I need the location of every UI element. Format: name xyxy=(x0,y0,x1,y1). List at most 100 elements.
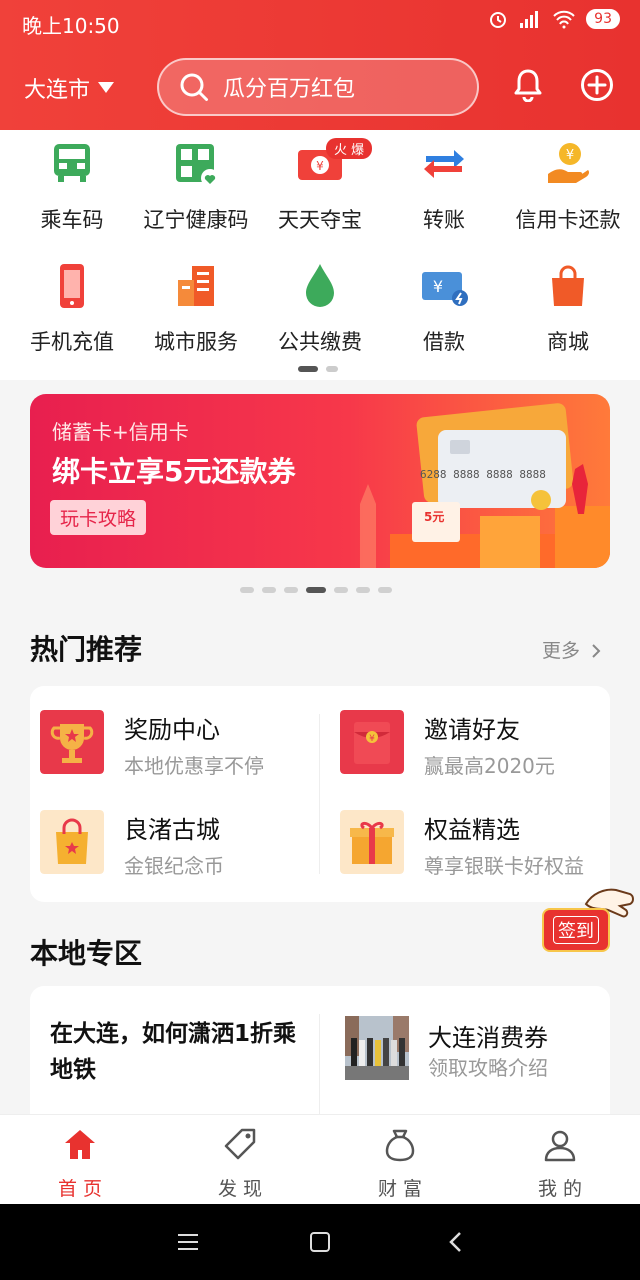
wifi-icon xyxy=(553,10,575,29)
gift-icon xyxy=(340,810,404,874)
status-icons: 93 xyxy=(488,9,620,29)
loan-icon: ¥ xyxy=(422,272,468,306)
tab-wealth[interactable]: 财 富 xyxy=(350,1127,450,1201)
rec-title: 良渚古城 xyxy=(124,816,220,844)
chevron-right-icon xyxy=(592,644,601,658)
rec-item-reward-center[interactable]: 奖励中心 本地优惠享不停 xyxy=(40,710,310,780)
city-selector[interactable]: 大连市 xyxy=(24,72,115,104)
grid-item-loan[interactable]: ¥ 借款 xyxy=(380,262,508,356)
phone-topup-icon xyxy=(60,264,84,308)
local-item-title[interactable]: 大连消费券 xyxy=(428,1018,548,1053)
local-card: 在大连，如何潇洒1折乘地铁 大连消费券 领取攻略介绍 xyxy=(30,986,610,1114)
money-bag-icon xyxy=(385,1129,415,1162)
alarm-icon xyxy=(490,12,507,28)
search-bar[interactable]: 瓜分百万红包 xyxy=(157,58,479,116)
rec-subtitle: 金银纪念币 xyxy=(124,854,224,878)
rec-item-invite[interactable]: ¥ 邀请好友 赢最高2020元 xyxy=(340,710,610,780)
home-icon xyxy=(65,1130,95,1159)
user-icon xyxy=(544,1130,576,1162)
grid-label: 乘车码 xyxy=(40,208,104,232)
rec-item-benefits[interactable]: 权益精选 尊享银联卡好权益 xyxy=(340,810,610,880)
local-photo xyxy=(345,1016,409,1080)
grid-label: 转账 xyxy=(423,208,465,232)
grid-item-bus-code[interactable]: 乘车码 xyxy=(8,140,136,234)
grid-item-credit-repay[interactable]: ¥ 信用卡还款 xyxy=(504,140,632,234)
transfer-icon xyxy=(424,150,464,178)
back-icon[interactable] xyxy=(448,1231,462,1253)
search-placeholder: 瓜分百万红包 xyxy=(223,77,356,102)
signin-float-button[interactable]: 签到 xyxy=(540,884,636,956)
more-link[interactable]: 更多 xyxy=(542,636,602,663)
grid-label: 公共缴费 xyxy=(278,330,362,354)
mall-icon xyxy=(552,265,584,306)
banner-coupon: 5元 xyxy=(424,510,445,524)
menu-icon[interactable] xyxy=(176,1232,200,1252)
grid-label: 辽宁健康码 xyxy=(143,208,249,232)
health-code-icon xyxy=(176,144,219,187)
trophy-icon xyxy=(40,710,104,774)
shopping-bag-icon xyxy=(40,810,104,874)
caret-down-icon xyxy=(98,82,115,93)
add-icon[interactable] xyxy=(580,68,614,102)
grid-item-phone-topup[interactable]: 手机充值 xyxy=(8,262,136,356)
svg-text:¥: ¥ xyxy=(316,159,324,173)
system-nav-bar xyxy=(0,1204,640,1280)
svg-text:¥: ¥ xyxy=(433,277,443,296)
red-envelope-icon: ¥ xyxy=(340,710,404,774)
rec-subtitle: 本地优惠享不停 xyxy=(124,754,264,778)
city-label: 大连市 xyxy=(24,78,91,103)
rec-title: 权益精选 xyxy=(424,816,520,844)
grid-item-utility-pay[interactable]: 公共缴费 xyxy=(256,262,384,356)
banner-button[interactable]: 玩卡攻略 xyxy=(50,500,147,535)
svg-text:¥: ¥ xyxy=(566,148,574,163)
rec-subtitle: 尊享银联卡好权益 xyxy=(424,854,584,878)
grid-label: 手机充值 xyxy=(30,330,114,354)
banner-title: 绑卡立享5元还款券 xyxy=(52,455,296,488)
credit-repay-icon: ¥ xyxy=(548,143,590,183)
grid-item-mall[interactable]: 商城 xyxy=(504,262,632,356)
tab-discover[interactable]: 发 现 xyxy=(190,1127,290,1201)
search-icon xyxy=(180,73,208,101)
city-service-icon xyxy=(178,266,214,306)
tab-home[interactable]: 首 页 xyxy=(30,1127,130,1201)
local-item-subtitle: 领取攻略介绍 xyxy=(428,1056,548,1080)
more-label: 更多 xyxy=(541,640,580,662)
grid-page-indicator xyxy=(298,366,338,372)
rec-title: 邀请好友 xyxy=(424,716,520,744)
home-square-icon[interactable] xyxy=(309,1231,331,1253)
local-article-title[interactable]: 在大连，如何潇洒1折乘地铁 xyxy=(50,1016,300,1088)
service-grid: 乘车码 辽宁健康码 ¥ 火 爆 天天夺宝 转账 ¥ 信用卡还款 手机充值 城市服… xyxy=(0,130,640,380)
signal-icon xyxy=(520,11,539,28)
rec-subtitle: 赢最高2020元 xyxy=(424,754,555,778)
tab-label: 首 页 xyxy=(57,1178,103,1200)
grid-item-transfer[interactable]: 转账 xyxy=(380,140,508,234)
grid-label: 信用卡还款 xyxy=(515,208,621,232)
tab-label: 我 的 xyxy=(537,1178,583,1200)
tag-icon xyxy=(224,1128,256,1160)
promo-banner[interactable]: 储蓄卡+信用卡 绑卡立享5元还款券 玩卡攻略 6288 8888 8888 88… xyxy=(30,394,610,568)
rec-title: 奖励中心 xyxy=(124,716,220,744)
rec-item-liangzhu[interactable]: 良渚古城 金银纪念币 xyxy=(40,810,310,880)
banner-illustration xyxy=(360,403,610,568)
grid-item-health-code[interactable]: 辽宁健康码 xyxy=(132,140,260,234)
tab-me[interactable]: 我 的 xyxy=(510,1127,610,1201)
grid-item-city-service[interactable]: 城市服务 xyxy=(132,262,260,356)
bell-icon[interactable] xyxy=(511,68,545,102)
grid-item-treasure[interactable]: ¥ 火 爆 天天夺宝 xyxy=(256,138,384,234)
banner-subtitle: 储蓄卡+信用卡 xyxy=(52,420,189,444)
status-time: 晚上10:50 xyxy=(22,14,120,38)
battery-indicator: 93 xyxy=(586,9,620,29)
hot-card: 奖励中心 本地优惠享不停 ¥ 邀请好友 赢最高2020元 良渚古城 金银纪念币 … xyxy=(30,686,610,902)
hot-section-title: 热门推荐 xyxy=(30,633,143,666)
bus-code-icon xyxy=(54,144,90,182)
banner-page-indicator xyxy=(240,587,392,593)
divider xyxy=(319,1014,320,1114)
hot-badge: 火 爆 xyxy=(326,138,373,159)
grid-label: 城市服务 xyxy=(154,330,238,354)
grid-label: 借款 xyxy=(423,330,465,354)
tab-label: 财 富 xyxy=(377,1178,423,1200)
bottom-tab-bar: 首 页 发 现 财 富 我 的 xyxy=(0,1114,640,1204)
local-section-title: 本地专区 xyxy=(30,937,143,970)
header: 晚上10:50 93 大连市 瓜分百万红包 xyxy=(0,0,640,130)
grid-label: 天天夺宝 xyxy=(278,208,362,232)
